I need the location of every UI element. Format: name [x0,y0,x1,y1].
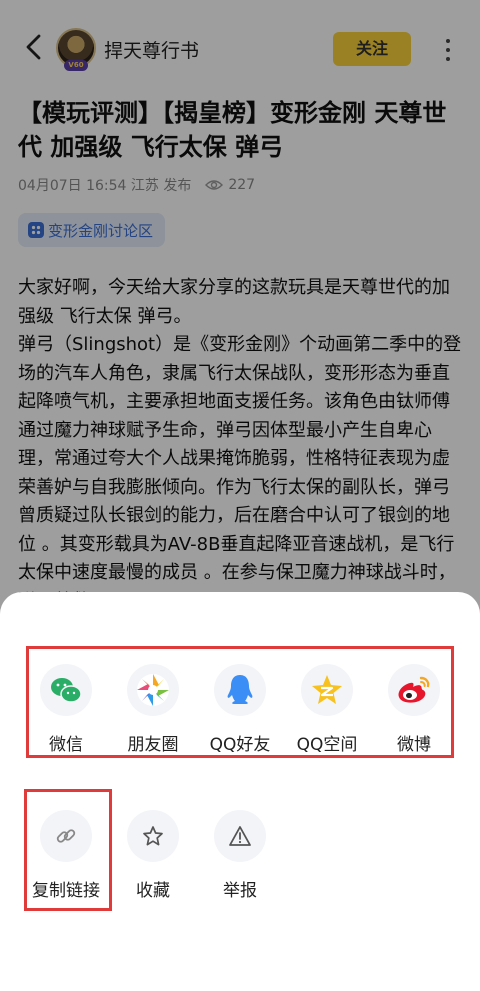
warning-icon [229,826,251,846]
action-label: 举报 [223,881,257,901]
share-targets-highlight [26,646,454,758]
copy-link-highlight [24,789,112,911]
report-button[interactable]: 举报 [200,810,280,901]
action-label: 收藏 [136,881,170,901]
favorite-button[interactable]: 收藏 [113,810,193,901]
report-circle [214,810,266,862]
favorite-circle [127,810,179,862]
star-icon [143,826,163,846]
